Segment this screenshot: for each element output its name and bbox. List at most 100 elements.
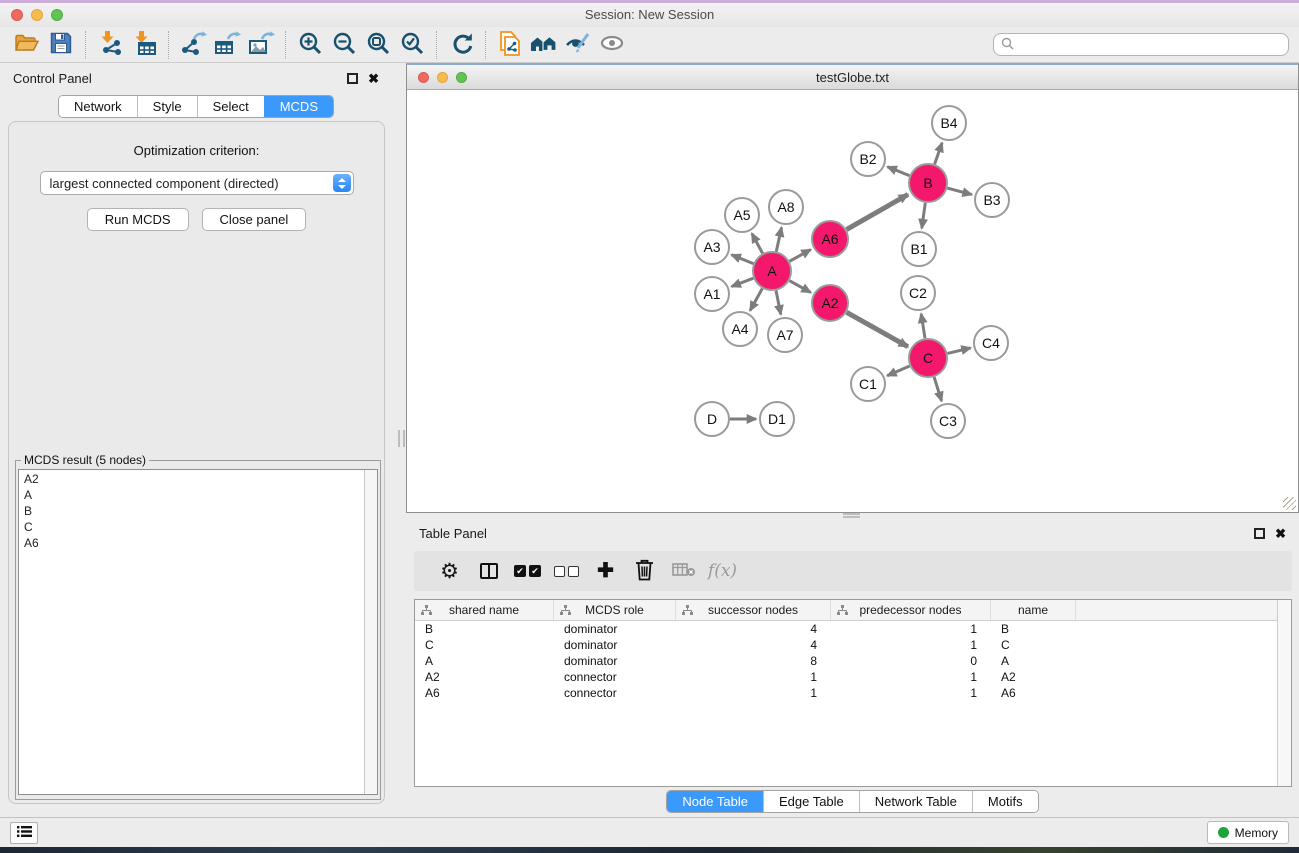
tab-network[interactable]: Network [59, 96, 137, 117]
column-view-button[interactable] [469, 555, 508, 587]
table-row[interactable]: A6 connector 1 1 A6 [415, 685, 1291, 701]
column-header[interactable]: name [991, 600, 1076, 620]
cell-successor-nodes[interactable]: 1 [676, 669, 831, 685]
list-item[interactable]: C [24, 519, 372, 535]
delete-column-button[interactable] [625, 555, 664, 587]
tab-mcds[interactable]: MCDS [264, 96, 333, 117]
save-session-button[interactable] [44, 30, 78, 60]
memory-button[interactable]: Memory [1207, 821, 1289, 844]
cell-name[interactable]: B [991, 621, 1076, 637]
cell-shared-name[interactable]: C [415, 637, 554, 653]
zoom-view-button[interactable] [456, 72, 467, 83]
cell-shared-name[interactable]: A2 [415, 669, 554, 685]
result-scrollbar[interactable] [364, 470, 377, 794]
export-image-button[interactable] [244, 30, 278, 60]
show-networks-button[interactable] [527, 30, 561, 60]
cell-predecessor-nodes[interactable]: 1 [831, 637, 991, 653]
cell-shared-name[interactable]: A6 [415, 685, 554, 701]
minimize-window-button[interactable] [31, 9, 43, 21]
zoom-out-button[interactable] [327, 30, 361, 60]
table-row[interactable]: B dominator 4 1 B [415, 621, 1291, 637]
cell-successor-nodes[interactable]: 1 [676, 685, 831, 701]
table-settings-button[interactable]: ⚙ [430, 555, 469, 587]
search-field[interactable] [993, 33, 1289, 56]
float-panel-icon[interactable] [347, 73, 358, 84]
close-window-button[interactable] [11, 9, 23, 21]
cell-name[interactable]: A6 [991, 685, 1076, 701]
table-row[interactable]: C dominator 4 1 C [415, 637, 1291, 653]
network-window-titlebar[interactable]: testGlobe.txt [407, 65, 1298, 90]
optimization-criterion-select[interactable]: largest connected component (directed) [40, 171, 354, 195]
mcds-result-list[interactable]: A2 A B C A6 [18, 469, 378, 795]
tab-style[interactable]: Style [137, 96, 197, 117]
node-table[interactable]: shared name MCDS role successor nodes pr… [414, 599, 1292, 787]
list-item[interactable]: A [24, 487, 372, 503]
column-header[interactable]: shared name [415, 600, 554, 620]
table-scrollbar[interactable] [1277, 600, 1291, 786]
delete-table-button[interactable] [664, 555, 703, 587]
minimize-view-button[interactable] [437, 72, 448, 83]
cell-predecessor-nodes[interactable]: 0 [831, 653, 991, 669]
export-table-button[interactable] [210, 30, 244, 60]
add-column-button[interactable]: ✚ [586, 555, 625, 587]
column-header[interactable]: MCDS role [554, 600, 676, 620]
cell-predecessor-nodes[interactable]: 1 [831, 669, 991, 685]
tab-node-table[interactable]: Node Table [667, 791, 763, 812]
cell-successor-nodes[interactable]: 8 [676, 653, 831, 669]
cell-mcds-role[interactable]: dominator [554, 653, 676, 669]
list-item[interactable]: A2 [24, 471, 372, 487]
close-panel-button[interactable]: Close panel [202, 208, 307, 231]
resize-grip-icon[interactable] [1283, 497, 1296, 510]
tab-select[interactable]: Select [197, 96, 264, 117]
cell-mcds-role[interactable]: dominator [554, 621, 676, 637]
list-item[interactable]: B [24, 503, 372, 519]
import-network-button[interactable] [93, 30, 127, 60]
import-table-button[interactable] [127, 30, 161, 60]
zoom-window-button[interactable] [51, 9, 63, 21]
network-graph[interactable]: B4B2BB3A8A5A6A3B1AA1C2A2A4A7C4CC1C3DD1 [407, 91, 1298, 512]
cell-predecessor-nodes[interactable]: 1 [831, 621, 991, 637]
float-panel-icon[interactable] [1254, 528, 1265, 539]
column-header[interactable]: predecessor nodes [831, 600, 991, 620]
run-mcds-button[interactable]: Run MCDS [87, 208, 189, 231]
task-history-button[interactable] [10, 822, 38, 844]
show-hidden-button[interactable] [595, 30, 629, 60]
function-builder-button[interactable]: f(x) [703, 555, 742, 587]
cell-successor-nodes[interactable]: 4 [676, 637, 831, 653]
table-row[interactable]: A2 connector 1 1 A2 [415, 669, 1291, 685]
tab-edge-table[interactable]: Edge Table [763, 791, 859, 812]
export-network-button[interactable] [176, 30, 210, 60]
cell-shared-name[interactable]: B [415, 621, 554, 637]
deselect-all-button[interactable] [547, 555, 586, 587]
cell-name[interactable]: A [991, 653, 1076, 669]
cell-shared-name[interactable]: A [415, 653, 554, 669]
column-header[interactable]: successor nodes [676, 600, 831, 620]
network-canvas[interactable]: B4B2BB3A8A5A6A3B1AA1C2A2A4A7C4CC1C3DD1 [407, 91, 1298, 512]
column-label: successor nodes [708, 603, 798, 617]
close-panel-icon[interactable]: ✖ [1275, 528, 1286, 539]
cell-mcds-role[interactable]: dominator [554, 637, 676, 653]
vertical-splitter-handle[interactable] [398, 430, 405, 447]
close-panel-icon[interactable]: ✖ [368, 73, 379, 84]
tab-motifs[interactable]: Motifs [972, 791, 1038, 812]
cell-predecessor-nodes[interactable]: 1 [831, 685, 991, 701]
cell-successor-nodes[interactable]: 4 [676, 621, 831, 637]
table-row[interactable]: A dominator 8 0 A [415, 653, 1291, 669]
apply-layout-button[interactable] [444, 30, 478, 60]
search-input[interactable] [1019, 38, 1281, 52]
open-session-button[interactable] [10, 30, 44, 60]
list-item[interactable]: A6 [24, 535, 372, 551]
close-view-button[interactable] [418, 72, 429, 83]
select-all-button[interactable]: ✔✔ [508, 555, 547, 587]
duplicate-network-button[interactable] [493, 30, 527, 60]
cell-mcds-role[interactable]: connector [554, 669, 676, 685]
cell-name[interactable]: C [991, 637, 1076, 653]
tab-network-table[interactable]: Network Table [859, 791, 972, 812]
zoom-selected-button[interactable] [395, 30, 429, 60]
zoom-fit-button[interactable] [361, 30, 395, 60]
zoom-in-button[interactable] [293, 30, 327, 60]
cell-name[interactable]: A2 [991, 669, 1076, 685]
optimization-criterion-value: largest connected component (directed) [50, 176, 279, 191]
cell-mcds-role[interactable]: connector [554, 685, 676, 701]
hide-unhide-button[interactable] [561, 30, 595, 60]
